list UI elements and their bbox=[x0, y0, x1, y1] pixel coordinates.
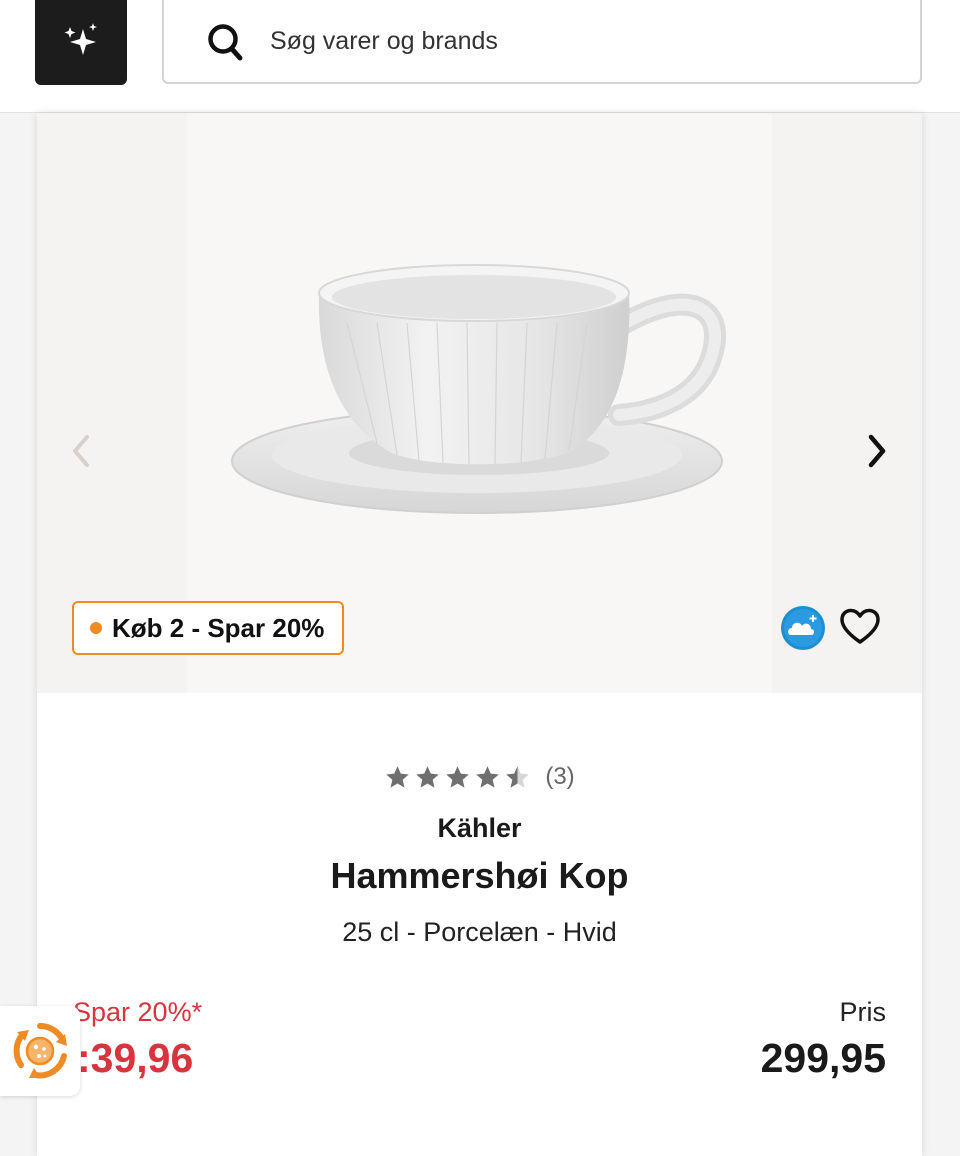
price-label: Pris bbox=[839, 997, 887, 1027]
product-image[interactable] bbox=[227, 263, 727, 533]
search-icon bbox=[208, 24, 243, 61]
chevron-right-icon[interactable] bbox=[863, 431, 891, 471]
product-name[interactable]: Hammershøi Kop bbox=[37, 855, 922, 897]
star-icon bbox=[446, 765, 470, 788]
heart-icon[interactable] bbox=[839, 607, 881, 647]
promo-label: Køb 2 - Spar 20% bbox=[112, 612, 325, 643]
promo-badge[interactable]: Køb 2 - Spar 20% bbox=[72, 601, 345, 655]
star-icon bbox=[386, 765, 410, 788]
half-star-icon bbox=[506, 765, 530, 788]
search-input[interactable]: Søg varer og brands bbox=[162, 0, 922, 84]
product-brand[interactable]: Kähler bbox=[37, 813, 922, 844]
ai-assistant-button[interactable] bbox=[35, 0, 127, 85]
save-label: Spar 20%* bbox=[73, 997, 203, 1027]
price: 299,95 bbox=[760, 1035, 886, 1081]
star-icon bbox=[416, 765, 440, 788]
sparkles-icon bbox=[64, 22, 97, 55]
rating-stars bbox=[384, 764, 531, 791]
rating[interactable]: (3) bbox=[37, 763, 922, 791]
product-image-gallery[interactable]: Køb 2 - Spar 20% bbox=[37, 113, 922, 693]
sale-price: :39,96 bbox=[77, 1035, 194, 1081]
search-placeholder: Søg varer og brands bbox=[270, 27, 498, 55]
promo-dot bbox=[90, 622, 102, 634]
rating-count[interactable]: (3) bbox=[545, 763, 574, 791]
product-variant: 25 cl - Porcelæn - Hvid bbox=[342, 917, 617, 947]
cloud-plus-icon[interactable] bbox=[780, 605, 826, 651]
cookie-settings-icon bbox=[13, 1022, 67, 1079]
chevron-left-icon[interactable] bbox=[67, 431, 95, 471]
top-bar: Søg varer og brands bbox=[0, 0, 960, 113]
star-icon bbox=[476, 765, 500, 788]
cookie-settings-button[interactable] bbox=[0, 1006, 80, 1096]
product-card[interactable]: Køb 2 - Spar 20% (3) Kähler Hammershøi K… bbox=[37, 113, 922, 1156]
